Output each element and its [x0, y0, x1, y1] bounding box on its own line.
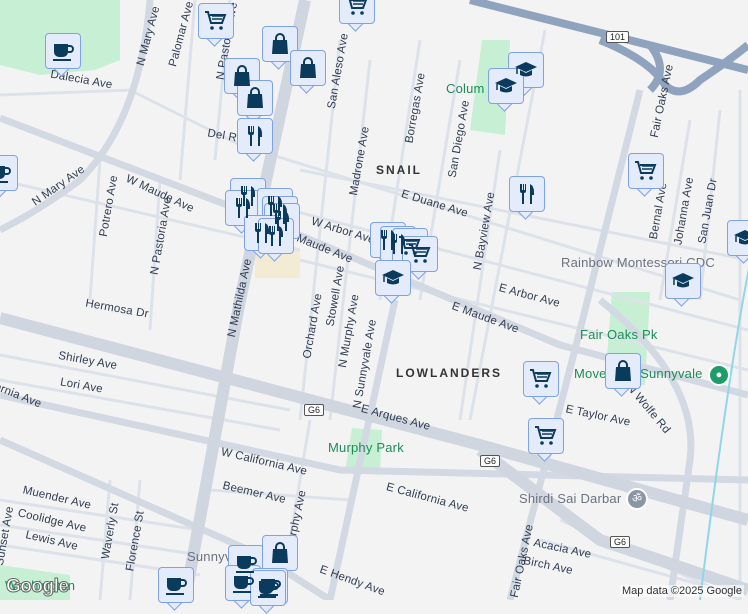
cutlery-marker[interactable] [237, 118, 273, 162]
cutlery-icon [269, 226, 283, 246]
neighborhood-label: LOWLANDERS [396, 366, 502, 380]
cart-marker[interactable] [523, 361, 559, 405]
cup-icon [0, 166, 11, 183]
cart-marker[interactable] [339, 0, 375, 32]
marker-box [237, 80, 273, 116]
bag-icon [272, 542, 288, 563]
cup-marker[interactable] [0, 155, 18, 199]
cart-icon [348, 0, 368, 15]
gym-pin-icon[interactable]: ● [708, 364, 730, 386]
bag-marker[interactable] [237, 80, 273, 124]
cart-marker[interactable] [628, 153, 664, 197]
bag-marker[interactable] [605, 353, 641, 397]
bag-icon [300, 57, 316, 78]
marker-box [198, 3, 234, 39]
route-g6-shield: G6 [304, 404, 325, 416]
bag-icon [615, 360, 631, 381]
marker-box [375, 260, 411, 296]
cutlery-marker[interactable] [509, 176, 545, 220]
marker-box [528, 418, 564, 454]
cap-marker[interactable] [727, 220, 748, 264]
park-label[interactable]: Fair Oaks Pk [580, 327, 658, 342]
cart-marker[interactable] [198, 3, 234, 47]
cart-icon [635, 161, 657, 180]
cap-marker[interactable] [665, 263, 701, 307]
map-attribution[interactable]: Map data ©2025 Google [619, 585, 744, 597]
cap-icon [672, 273, 694, 288]
neighborhood-label: SNAIL [376, 163, 422, 177]
cap-marker[interactable] [375, 260, 411, 304]
marker-box [339, 0, 375, 24]
park-label[interactable]: Colum [446, 81, 485, 96]
bag-marker[interactable] [290, 50, 326, 94]
cup-icon [53, 44, 74, 61]
marker-box [290, 50, 326, 86]
cart-icon [205, 11, 227, 30]
marker-box [237, 118, 273, 154]
marker-box [605, 353, 641, 389]
cap-icon [734, 230, 748, 245]
cup-icon [258, 581, 279, 598]
cutlery-icon [520, 184, 534, 204]
marker-box [509, 176, 545, 212]
om-icon[interactable]: ॐ [626, 488, 648, 510]
cart-marker[interactable] [528, 418, 564, 462]
cap-icon [382, 270, 404, 285]
marker-box [262, 535, 298, 571]
route-g6-shield: G6 [480, 455, 501, 467]
cup-marker[interactable] [45, 33, 81, 77]
cutlery-icon [248, 126, 262, 146]
cart-icon [530, 369, 552, 388]
cart-icon [409, 244, 431, 263]
bag-icon [234, 65, 250, 86]
temple-label[interactable]: Shirdi Sai Darbar [519, 491, 621, 506]
marker-box [665, 263, 701, 299]
cart-icon [535, 426, 557, 445]
marker-box [45, 33, 81, 69]
cutlery-icon [236, 198, 250, 218]
google-logo[interactable]: Google [5, 576, 69, 598]
park-label[interactable]: Murphy Park [328, 440, 404, 455]
marker-box [523, 361, 559, 397]
cup-icon [166, 578, 187, 595]
marker-box [628, 153, 664, 189]
bag-icon [272, 33, 288, 54]
cap-icon [495, 78, 517, 93]
marker-box [158, 567, 194, 603]
marker-box [727, 220, 748, 256]
bag-icon [247, 87, 263, 108]
marker-box [0, 155, 18, 191]
route-g6-shield: G6 [610, 536, 631, 548]
cup-marker[interactable] [158, 567, 194, 611]
cup-icon [233, 576, 254, 593]
route-101-shield: 101 [606, 31, 630, 43]
